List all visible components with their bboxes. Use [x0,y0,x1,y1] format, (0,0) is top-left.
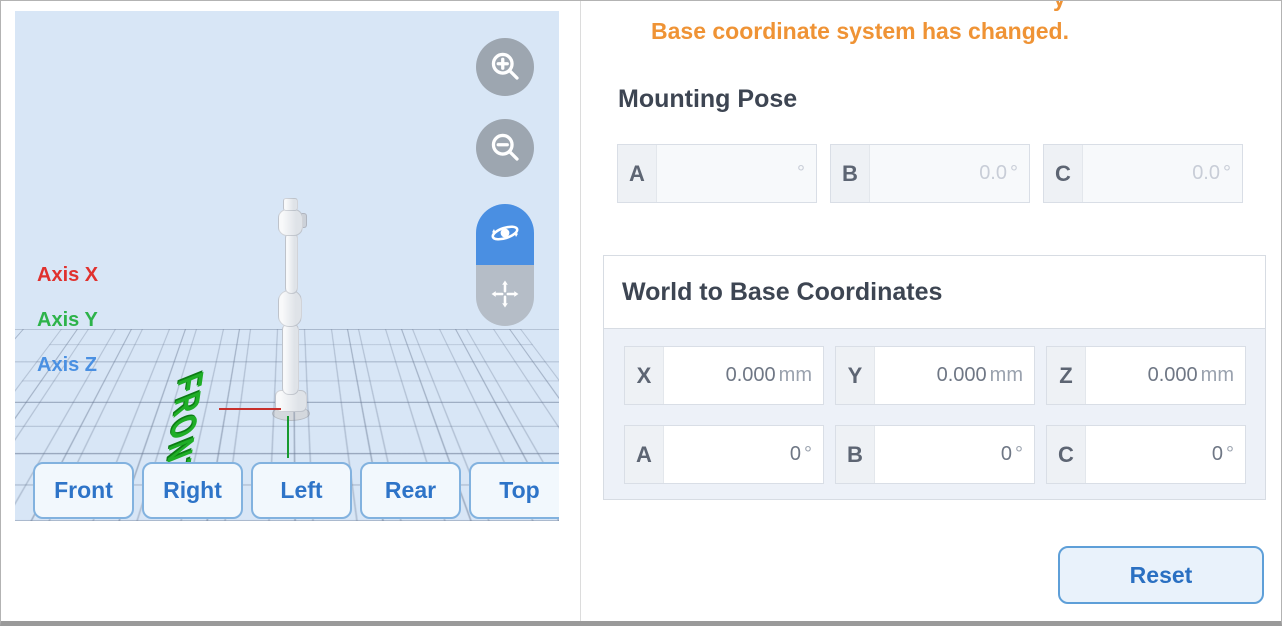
field-unit: mm [779,364,812,387]
world-x-field[interactable]: X 0.000 mm [624,346,824,405]
abc-row: A 0 ° B 0 ° C 0 ° [624,425,1265,484]
zoom-in-icon [487,48,523,87]
field-unit: ° [804,443,812,466]
robot-wrist-joint [278,209,303,236]
zoom-out-button[interactable] [476,119,534,177]
pan-mode-button[interactable] [476,265,534,326]
field-value-area[interactable]: 0 ° [875,426,1034,483]
field-label: Y [836,347,875,404]
view-rear-button[interactable]: Rear [360,462,461,519]
xyz-row: X 0.000 mm Y 0.000 mm Z 0.000 [624,346,1265,405]
field-value-area: 0.0 ° [1083,145,1242,202]
axis-x-label: Axis X [37,264,98,287]
field-label: B [836,426,875,483]
notification-clipped-line: y [1053,0,1066,12]
field-value: 0 [1212,443,1223,466]
field-value: 0.0 [1192,162,1220,185]
field-unit: mm [990,364,1023,387]
robot-upper-link [285,232,298,294]
field-label: A [618,145,657,202]
world-a-field[interactable]: A 0 ° [624,425,824,484]
base-y-axis-line [287,416,289,458]
world-y-field[interactable]: Y 0.000 mm [835,346,1035,405]
world-c-field[interactable]: C 0 ° [1046,425,1246,484]
field-value: 0.0 [979,162,1007,185]
panel-divider [580,1,581,626]
mounting-pose-title: Mounting Pose [618,85,797,114]
pan-move-icon [488,277,522,314]
robot-settings-screen: FRONT Axis X Axis Y Axis Z [0,0,1282,626]
view-right-button[interactable]: Right [142,462,243,519]
world-to-base-header: World to Base Coordinates [604,256,1265,329]
view-button-row: Front Right Left Rear Top [33,462,559,519]
mounting-a-field: A ° [617,144,817,203]
field-label: Z [1047,347,1086,404]
world-to-base-card: World to Base Coordinates X 0.000 mm Y 0… [603,255,1266,500]
base-x-axis-line [219,408,281,410]
field-label: A [625,426,664,483]
field-value-area[interactable]: 0.000 mm [664,347,823,404]
view-mode-toggle [476,204,534,326]
robot-elbow-joint [278,290,302,327]
axis-z-label: Axis Z [37,354,98,377]
field-value-area[interactable]: 0 ° [664,426,823,483]
axis-legend: Axis X Axis Y Axis Z [37,264,98,399]
world-b-field[interactable]: B 0 ° [835,425,1035,484]
rotate-mode-button[interactable] [476,204,534,265]
field-unit: mm [1201,364,1234,387]
field-value: 0.000 [1148,364,1198,387]
field-label: C [1047,426,1086,483]
axis-y-label: Axis Y [37,309,98,332]
field-label: C [1044,145,1083,202]
world-z-field[interactable]: Z 0.000 mm [1046,346,1246,405]
field-label: B [831,145,870,202]
field-unit: ° [1015,443,1023,466]
field-label: X [625,347,664,404]
field-value-area: 0.0 ° [870,145,1029,202]
robot-3d-viewport[interactable]: FRONT Axis X Axis Y Axis Z [15,11,559,521]
field-unit: ° [1226,443,1234,466]
rotate-3d-icon [488,216,522,253]
field-value-area[interactable]: 0 ° [1086,426,1245,483]
field-value-area[interactable]: 0.000 mm [875,347,1034,404]
zoom-in-button[interactable] [476,38,534,96]
robot-lower-link [282,323,299,395]
field-value: 0 [790,443,801,466]
world-to-base-title: World to Base Coordinates [622,278,942,307]
field-unit: ° [1010,162,1018,185]
field-unit: ° [797,162,805,185]
zoom-out-icon [487,129,523,168]
view-front-button[interactable]: Front [33,462,134,519]
robot-tool-flange [283,198,298,211]
field-value-area: ° [657,145,816,202]
field-value: 0 [1001,443,1012,466]
view-left-button[interactable]: Left [251,462,352,519]
mounting-c-field: C 0.0 ° [1043,144,1243,203]
field-unit: ° [1223,162,1231,185]
field-value-area[interactable]: 0.000 mm [1086,347,1245,404]
world-to-base-fields: X 0.000 mm Y 0.000 mm Z 0.000 [604,329,1265,484]
mounting-pose-row: A ° B 0.0 ° C 0.0 ° [617,144,1243,203]
field-value: 0.000 [726,364,776,387]
reset-button[interactable]: Reset [1058,546,1264,604]
mounting-b-field: B 0.0 ° [830,144,1030,203]
field-value: 0.000 [937,364,987,387]
view-top-button[interactable]: Top [469,462,559,519]
notification-message: Base coordinate system has changed. [651,18,1069,45]
